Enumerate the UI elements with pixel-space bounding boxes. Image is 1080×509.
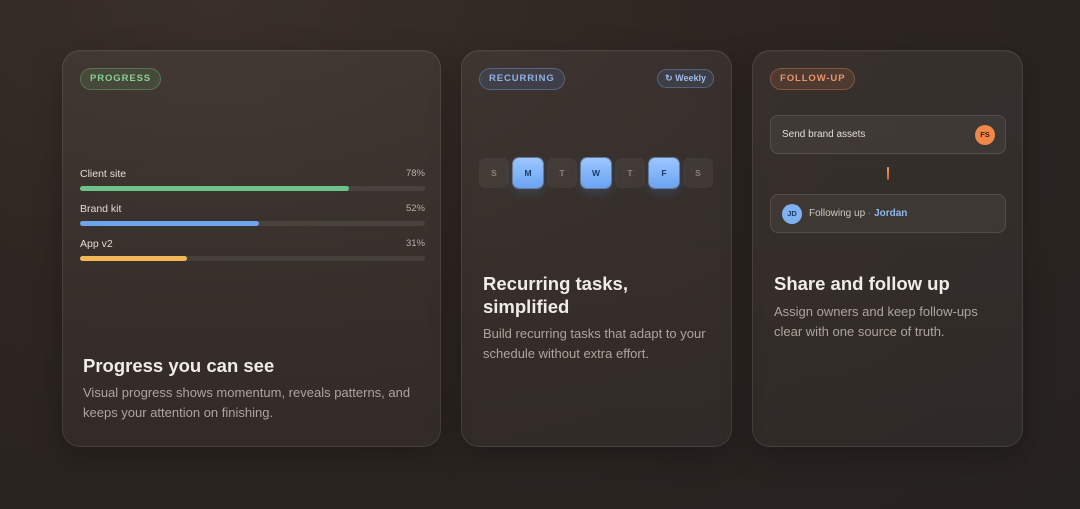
followup-tag: FOLLOW-UP [770, 68, 856, 90]
task-label: Send brand assets [782, 129, 866, 140]
avatar: JD [782, 204, 802, 224]
day-toggle[interactable]: F [649, 158, 679, 188]
followup-card: FOLLOW-UP Send brand assets FS JD Follow… [752, 50, 1023, 447]
task-item[interactable]: Send brand assets FS [770, 115, 1006, 154]
day-toggle[interactable]: S [479, 158, 509, 188]
connector-line [887, 167, 889, 180]
day-toggle[interactable]: M [513, 158, 543, 188]
recurring-tag: RECURRING [479, 68, 565, 90]
progress-value: 78% [405, 168, 425, 179]
progress-label: App v2 [80, 238, 113, 250]
follow-up-separator: · [867, 208, 872, 219]
progress-bar-fill [80, 256, 187, 261]
progress-label: Brand kit [80, 203, 122, 215]
day-toggle[interactable]: T [615, 158, 645, 188]
progress-track [80, 186, 425, 191]
followup-card-title: Share and follow up [774, 273, 950, 294]
avatar: FS [975, 125, 995, 145]
weekly-label: Weekly [675, 73, 706, 83]
progress-card-title: Progress you can see [83, 355, 275, 376]
progress-value: 52% [405, 203, 425, 214]
recurring-card-description: Build recurring tasks that adapt to your… [483, 326, 706, 361]
followup-card-description: Assign owners and keep follow-ups clear … [774, 304, 978, 339]
progress-track [80, 256, 425, 261]
progress-label: Client site [80, 168, 127, 180]
recurring-card: RECURRING ↻ Weekly S M T W T F S Recurri… [461, 50, 732, 447]
progress-value: 31% [405, 238, 425, 249]
day-toggle[interactable]: T [547, 158, 577, 188]
progress-track [80, 221, 425, 226]
follow-up-assignee: Jordan [874, 208, 908, 219]
follow-up-prefix: Following up [809, 208, 866, 219]
day-toggle[interactable]: S [683, 158, 713, 188]
progress-card-description: Visual progress shows momentum, reveals … [83, 385, 411, 420]
weekly-badge[interactable]: ↻ Weekly [657, 69, 714, 88]
progress-bar-fill [80, 186, 350, 191]
progress-card: PROGRESS Client site 78% Brand kit 52% A… [62, 50, 441, 447]
progress-bar-fill [80, 221, 260, 226]
follow-up-text: Following up · Jordan [809, 195, 907, 233]
recurring-card-title: Recurring tasks, simplified [483, 273, 628, 317]
follow-up-item[interactable]: JD Following up · Jordan [770, 194, 1006, 233]
progress-tag: PROGRESS [80, 68, 162, 90]
weekday-selector: S M T W T F S [479, 158, 713, 188]
day-toggle[interactable]: W [581, 158, 611, 188]
repeat-icon: ↻ [665, 73, 673, 83]
